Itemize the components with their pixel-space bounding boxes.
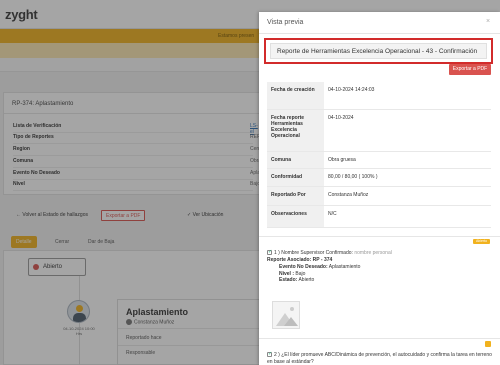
question-1: 1 ) Nombre Supervisor Confirmado: nombre… (267, 249, 392, 257)
section-divider (259, 236, 500, 237)
field-value: 80,00 / 80,00 ( 100% ) (328, 174, 378, 180)
modal-divider (259, 33, 500, 34)
field-label: Fecha de creación (267, 82, 324, 110)
modal-title: Vista previa (267, 19, 304, 26)
report-heading-highlight: Reporte de Herramientas Excelencia Opera… (264, 38, 493, 64)
associated-report-info: Reporte Asociado: RP - 374 Evento No Des… (267, 257, 361, 284)
close-icon[interactable]: × (486, 18, 490, 25)
field-label: Observaciones (267, 206, 324, 228)
status-badge (485, 341, 491, 347)
field-value: 04-10-2024 14:24:03 (328, 87, 375, 93)
field-value: 04-10-2024 (328, 115, 354, 121)
checkbox-checked-icon (267, 249, 272, 256)
report-heading: Reporte de Herramientas Excelencia Opera… (277, 48, 478, 55)
report-heading-box: Reporte de Herramientas Excelencia Opera… (270, 43, 487, 59)
field-value: Obra gruesa (328, 157, 356, 163)
question-2: 2 ) ¿El líder promueve ABC/Dinámica de p… (267, 351, 493, 365)
preview-modal: Vista previa × Reporte de Herramientas E… (259, 12, 500, 365)
field-value: N/C (328, 211, 337, 217)
table-row: Fecha reporte Herramientas Excelencia Op… (267, 110, 491, 152)
field-label: Comuna (267, 152, 324, 169)
field-label: Reportado Por (267, 187, 324, 206)
image-placeholder-icon[interactable] (272, 301, 300, 329)
export-pdf-button[interactable]: Exportar a PDF (449, 64, 491, 75)
field-label: Conformidad (267, 169, 324, 187)
table-row: Fecha de creación 04-10-2024 14:24:03 (267, 82, 491, 110)
section-divider (259, 338, 500, 339)
field-label: Fecha reporte Herramientas Excelencia Op… (267, 110, 324, 152)
report-fields-table: Fecha de creación 04-10-2024 14:24:03 Fe… (267, 82, 491, 229)
table-row: Comuna Obra gruesa (267, 152, 491, 169)
table-row: Reportado Por Constanza Muñoz (267, 187, 491, 206)
table-row: Observaciones N/C (267, 206, 491, 228)
checkbox-checked-icon (267, 351, 272, 358)
status-badge: Abierto (473, 239, 490, 244)
table-row: Conformidad 80,00 / 80,00 ( 100% ) (267, 169, 491, 187)
field-value: Constanza Muñoz (328, 192, 369, 198)
